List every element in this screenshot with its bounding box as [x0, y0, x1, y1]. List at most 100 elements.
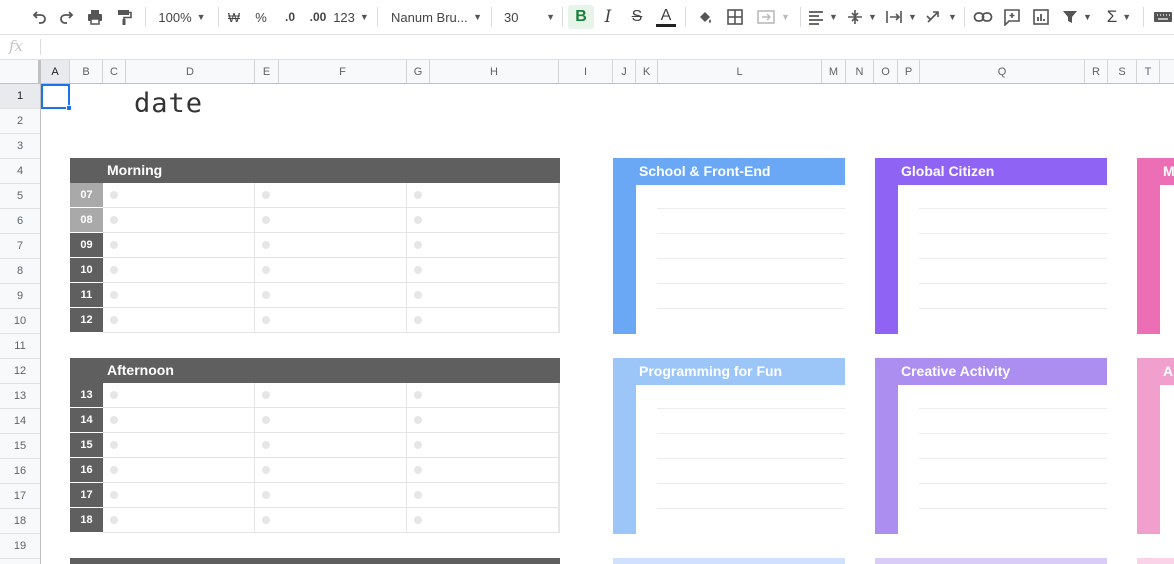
row-header-6[interactable]: 6 — [0, 209, 40, 234]
schedule-cell[interactable] — [103, 283, 255, 307]
row-header-1[interactable]: 1 — [0, 84, 40, 109]
schedule-cell[interactable] — [407, 383, 559, 407]
schedule-cell[interactable] — [103, 183, 255, 207]
column-header-s[interactable]: S — [1108, 60, 1137, 83]
row-header-2[interactable]: 2 — [0, 109, 40, 134]
column-header-c[interactable]: C — [103, 60, 126, 83]
schedule-cell[interactable] — [103, 408, 255, 432]
schedule-cell[interactable] — [407, 258, 559, 282]
bold-button[interactable]: B — [568, 5, 594, 29]
text-wrapping-button[interactable]: ▼ — [884, 5, 918, 29]
schedule-cell[interactable] — [407, 308, 559, 332]
schedule-cell[interactable] — [103, 483, 255, 507]
decrease-decimal-button[interactable]: .0 — [279, 5, 301, 29]
row-header-13[interactable]: 13 — [0, 384, 40, 409]
schedule-cell[interactable] — [255, 283, 407, 307]
undo-button[interactable] — [28, 5, 50, 29]
print-button[interactable] — [84, 5, 106, 29]
text-color-button[interactable]: A — [655, 5, 677, 29]
borders-button[interactable] — [724, 5, 746, 29]
column-header-u[interactable]: U — [1160, 60, 1174, 83]
schedule-cell[interactable] — [103, 258, 255, 282]
merge-cells-button[interactable]: ▼ — [753, 5, 793, 29]
currency-format-button[interactable]: ₩ — [225, 5, 243, 29]
column-header-d[interactable]: D — [126, 60, 255, 83]
schedule-cell[interactable] — [255, 483, 407, 507]
row-header-3[interactable]: 3 — [0, 134, 40, 159]
insert-comment-button[interactable] — [1001, 5, 1023, 29]
schedule-cell[interactable] — [255, 183, 407, 207]
row-header-19[interactable]: 19 — [0, 534, 40, 559]
schedule-cell[interactable] — [103, 233, 255, 257]
schedule-cell[interactable] — [255, 233, 407, 257]
column-header-b[interactable]: B — [70, 60, 103, 83]
schedule-cell[interactable] — [407, 208, 559, 232]
redo-button[interactable] — [56, 5, 78, 29]
row-header-15[interactable]: 15 — [0, 434, 40, 459]
increase-decimal-button[interactable]: .00 — [305, 5, 331, 29]
strikethrough-button[interactable]: S — [627, 5, 647, 29]
column-header-g[interactable]: G — [407, 60, 430, 83]
schedule-cell[interactable] — [407, 408, 559, 432]
font-size-select[interactable]: 30 ▼ — [499, 5, 555, 29]
schedule-cell[interactable] — [103, 383, 255, 407]
row-header-11[interactable]: 11 — [0, 334, 40, 359]
functions-button[interactable]: Σ ▼ — [1103, 5, 1135, 29]
percent-format-button[interactable]: % — [252, 5, 270, 29]
fill-handle[interactable] — [66, 105, 72, 111]
schedule-cell[interactable] — [255, 383, 407, 407]
schedule-cell[interactable] — [255, 258, 407, 282]
column-header-m[interactable]: M — [822, 60, 846, 83]
more-formats-button[interactable]: 123 ▼ — [333, 5, 369, 29]
schedule-cell[interactable] — [407, 283, 559, 307]
schedule-cell[interactable] — [407, 483, 559, 507]
row-header-8[interactable]: 8 — [0, 259, 40, 284]
column-header-n[interactable]: N — [846, 60, 874, 83]
sheet-grid[interactable]: date Morning 07 08 09 10 11 12 Afternoon 13 14 15 1… — [41, 84, 1174, 564]
text-rotation-button[interactable]: ▼ — [925, 5, 957, 29]
italic-button[interactable]: I — [598, 5, 618, 29]
column-header-t[interactable]: T — [1137, 60, 1160, 83]
column-header-o[interactable]: O — [874, 60, 898, 83]
row-header-18[interactable]: 18 — [0, 509, 40, 534]
input-tools-button[interactable] — [1152, 5, 1174, 29]
column-header-l[interactable]: L — [658, 60, 822, 83]
schedule-cell[interactable] — [103, 458, 255, 482]
schedule-cell[interactable] — [255, 433, 407, 457]
schedule-cell[interactable] — [407, 508, 559, 532]
horizontal-align-button[interactable]: ▼ — [807, 5, 839, 29]
formula-input[interactable] — [48, 35, 1168, 59]
row-header-9[interactable]: 9 — [0, 284, 40, 309]
schedule-cell[interactable] — [255, 408, 407, 432]
column-header-e[interactable]: E — [255, 60, 279, 83]
schedule-cell[interactable] — [255, 458, 407, 482]
row-header-5[interactable]: 5 — [0, 184, 40, 209]
row-header-16[interactable]: 16 — [0, 459, 40, 484]
row-header-14[interactable]: 14 — [0, 409, 40, 434]
insert-link-button[interactable] — [972, 5, 994, 29]
column-header-k[interactable]: K — [636, 60, 658, 83]
zoom-select[interactable]: 100% ▼ — [153, 5, 211, 29]
fill-color-button[interactable] — [694, 5, 716, 29]
row-header-17[interactable]: 17 — [0, 484, 40, 509]
schedule-cell[interactable] — [103, 208, 255, 232]
column-header-h[interactable]: H — [430, 60, 559, 83]
schedule-cell[interactable] — [103, 508, 255, 532]
row-header-10[interactable]: 10 — [0, 309, 40, 334]
column-header-p[interactable]: P — [898, 60, 920, 83]
column-header-j[interactable]: J — [613, 60, 636, 83]
vertical-align-button[interactable]: ▼ — [846, 5, 878, 29]
select-all-corner[interactable] — [0, 60, 41, 83]
schedule-cell[interactable] — [407, 183, 559, 207]
schedule-cell[interactable] — [103, 308, 255, 332]
schedule-cell[interactable] — [407, 233, 559, 257]
schedule-cell[interactable] — [255, 508, 407, 532]
schedule-cell[interactable] — [255, 308, 407, 332]
insert-chart-button[interactable] — [1030, 5, 1052, 29]
column-header-a[interactable]: A — [41, 60, 70, 83]
row-header-12[interactable]: 12 — [0, 359, 40, 384]
column-header-q[interactable]: Q — [920, 60, 1085, 83]
column-header-f[interactable]: F — [279, 60, 407, 83]
filter-button[interactable]: ▼ — [1059, 5, 1095, 29]
schedule-cell[interactable] — [407, 433, 559, 457]
